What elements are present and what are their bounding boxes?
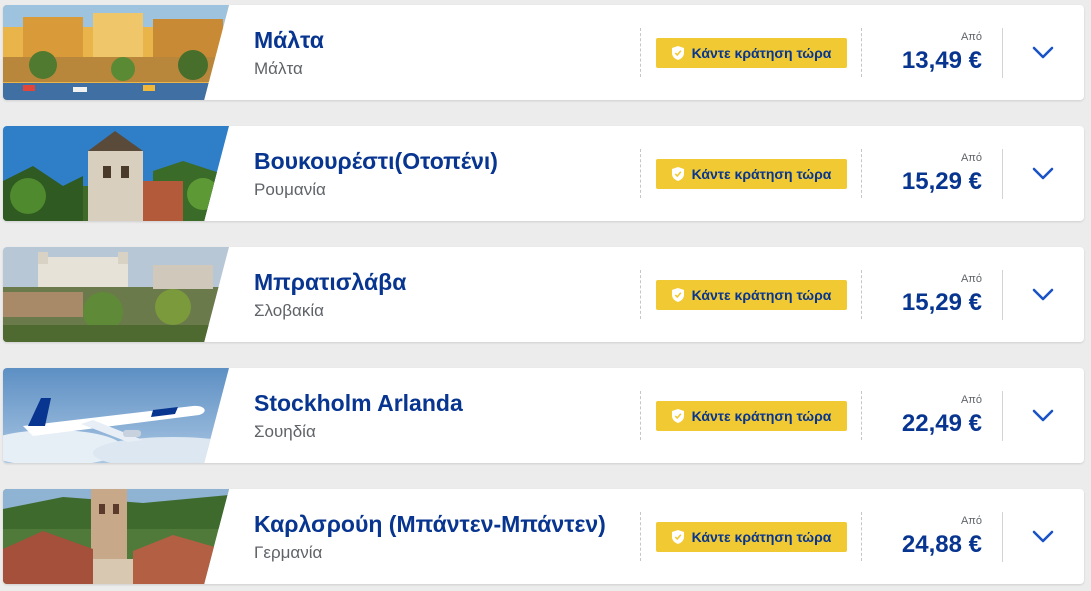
book-now-button[interactable]: Κάντε κράτηση τώρα [656, 280, 847, 310]
expand-button[interactable] [1023, 522, 1063, 552]
destination-name: Μπρατισλάβα [254, 269, 407, 295]
price-from-label: Από [960, 152, 982, 164]
destination-card[interactable]: Stockholm Arlanda Σουηδία Κάντε κράτηση … [3, 368, 1084, 463]
dashed-divider [640, 270, 641, 319]
book-now-label: Κάντε κράτηση τώρα [691, 45, 832, 61]
destination-card[interactable]: Μπρατισλάβα Σλοβακία Κάντε κράτηση τώρα … [3, 247, 1084, 342]
destination-thumbnail [3, 126, 229, 221]
price: 24,88 € [901, 531, 982, 558]
destination-name: Μάλτα [254, 27, 324, 53]
expand-button[interactable] [1023, 159, 1063, 189]
dashed-divider [861, 270, 862, 319]
dashed-divider [640, 512, 641, 561]
shield-check-icon [671, 288, 684, 302]
dashed-divider [861, 28, 862, 77]
shield-check-icon [671, 46, 684, 60]
destination-country: Σλοβακία [254, 301, 324, 320]
destination-card[interactable]: Καρλσρούη (Μπάντεν-Μπάντεν) Γερμανία Κάν… [3, 489, 1084, 584]
chevron-down-icon [1032, 46, 1054, 59]
shield-check-icon [671, 530, 684, 544]
destination-country: Γερμανία [254, 543, 323, 562]
book-now-button[interactable]: Κάντε κράτηση τώρα [656, 522, 847, 552]
vertical-divider [1002, 270, 1003, 320]
destination-thumbnail [3, 368, 229, 463]
book-now-label: Κάντε κράτηση τώρα [691, 166, 832, 182]
price-from-label: Από [960, 515, 982, 527]
book-now-label: Κάντε κράτηση τώρα [691, 408, 832, 424]
dashed-divider [640, 28, 641, 77]
dashed-divider [861, 149, 862, 198]
price: 13,49 € [901, 47, 982, 74]
vertical-divider [1002, 391, 1003, 441]
dashed-divider [640, 149, 641, 198]
dashed-divider [861, 512, 862, 561]
chevron-down-icon [1032, 167, 1054, 180]
chevron-down-icon [1032, 530, 1054, 543]
price-from-label: Από [960, 31, 982, 43]
vertical-divider [1002, 512, 1003, 562]
book-now-button[interactable]: Κάντε κράτηση τώρα [656, 401, 847, 431]
chevron-down-icon [1032, 288, 1054, 301]
destination-card[interactable]: Βουκουρέστι(Οτοπένι) Ρουμανία Κάντε κράτ… [3, 126, 1084, 221]
destination-thumbnail [3, 5, 229, 100]
book-now-label: Κάντε κράτηση τώρα [691, 529, 832, 545]
destination-list: Μάλτα Μάλτα Κάντε κράτηση τώρα Από 13,49… [0, 0, 1091, 591]
dashed-divider [640, 391, 641, 440]
price-from-label: Από [960, 394, 982, 406]
destination-name: Βουκουρέστι(Οτοπένι) [254, 148, 498, 174]
destination-country: Ρουμανία [254, 180, 326, 199]
expand-button[interactable] [1023, 280, 1063, 310]
shield-check-icon [671, 409, 684, 423]
destination-thumbnail [3, 489, 229, 584]
price: 22,49 € [901, 410, 982, 437]
expand-button[interactable] [1023, 401, 1063, 431]
price-from-label: Από [960, 273, 982, 285]
book-now-label: Κάντε κράτηση τώρα [691, 287, 832, 303]
destination-country: Μάλτα [254, 59, 303, 78]
destination-country: Σουηδία [254, 422, 316, 441]
destination-name: Καρλσρούη (Μπάντεν-Μπάντεν) [254, 511, 606, 537]
vertical-divider [1002, 28, 1003, 78]
shield-check-icon [671, 167, 684, 181]
expand-button[interactable] [1023, 38, 1063, 68]
destination-card[interactable]: Μάλτα Μάλτα Κάντε κράτηση τώρα Από 13,49… [3, 5, 1084, 100]
book-now-button[interactable]: Κάντε κράτηση τώρα [656, 38, 847, 68]
dashed-divider [861, 391, 862, 440]
price: 15,29 € [901, 289, 982, 316]
book-now-button[interactable]: Κάντε κράτηση τώρα [656, 159, 847, 189]
destination-thumbnail [3, 247, 229, 342]
chevron-down-icon [1032, 409, 1054, 422]
destination-name: Stockholm Arlanda [254, 390, 463, 416]
price: 15,29 € [901, 168, 982, 195]
vertical-divider [1002, 149, 1003, 199]
